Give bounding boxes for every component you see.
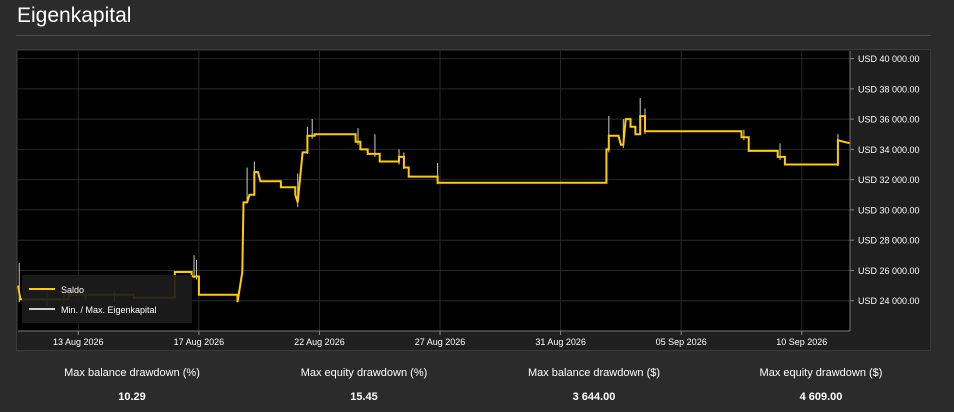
stat-value: 4 609.00	[799, 391, 843, 403]
equity-chart: USD 24 000.00 USD 26 000.00 USD 28 000.00 U…	[17, 51, 920, 347]
y-tick-label: USD 32 000.00	[858, 175, 920, 185]
y-tick-label: USD 24 000.00	[858, 296, 920, 306]
x-tick-label: 27 Aug 2026	[415, 337, 466, 347]
y-tick-label: USD 38 000.00	[858, 84, 920, 94]
x-axis: 13 Aug 2026 17 Aug 2026 22 Aug 2026 27 Aug …	[18, 330, 850, 347]
y-tick-label: USD 36 000.00	[858, 115, 920, 125]
x-tick-label: 13 Aug 2026	[53, 337, 104, 347]
legend: Saldo Min. / Max. Eigenkapital	[22, 275, 192, 323]
stat-max-equity-drawdown-pct: Max equity drawdown (%) 15.45	[244, 366, 484, 403]
legend-label-minmax: Min. / Max. Eigenkapital	[61, 305, 157, 315]
stat-label: Max equity drawdown (%)	[300, 367, 428, 379]
stat-max-equity-drawdown-usd: Max equity drawdown ($) 4 609.00	[701, 366, 941, 403]
x-tick-label: 17 Aug 2026	[174, 337, 225, 347]
x-tick-label: 05 Sep 2026	[656, 337, 707, 347]
stat-label: Max balance drawdown (%)	[64, 367, 200, 379]
y-tick-label: USD 28 000.00	[858, 236, 920, 246]
stat-label: Max equity drawdown ($)	[759, 367, 883, 379]
x-tick-label: 31 Aug 2026	[535, 337, 586, 347]
stat-max-balance-drawdown-pct: Max balance drawdown (%) 10.29	[12, 366, 252, 403]
drawdown-stats: Max balance drawdown (%) 10.29 Max equit…	[0, 366, 954, 412]
stat-max-balance-drawdown-usd: Max balance drawdown ($) 3 644.00	[474, 366, 714, 403]
y-tick-label: USD 40 000.00	[858, 54, 920, 64]
y-tick-label: USD 26 000.00	[858, 266, 920, 276]
title-divider	[16, 35, 931, 36]
stat-label: Max balance drawdown ($)	[527, 367, 661, 379]
stat-value: 3 644.00	[572, 391, 616, 403]
legend-box	[22, 275, 192, 323]
legend-label-saldo: Saldo	[61, 285, 84, 295]
x-tick-label: 10 Sep 2026	[776, 337, 827, 347]
stat-value: 15.45	[350, 391, 378, 403]
x-tick-label: 22 Aug 2026	[294, 337, 345, 347]
y-axis: USD 24 000.00 USD 26 000.00 USD 28 000.00 U…	[849, 51, 920, 331]
y-tick-label: USD 34 000.00	[858, 145, 920, 155]
stat-value: 10.29	[118, 391, 146, 403]
y-tick-label: USD 30 000.00	[858, 205, 920, 215]
page-title: Eigenkapital	[17, 4, 132, 27]
